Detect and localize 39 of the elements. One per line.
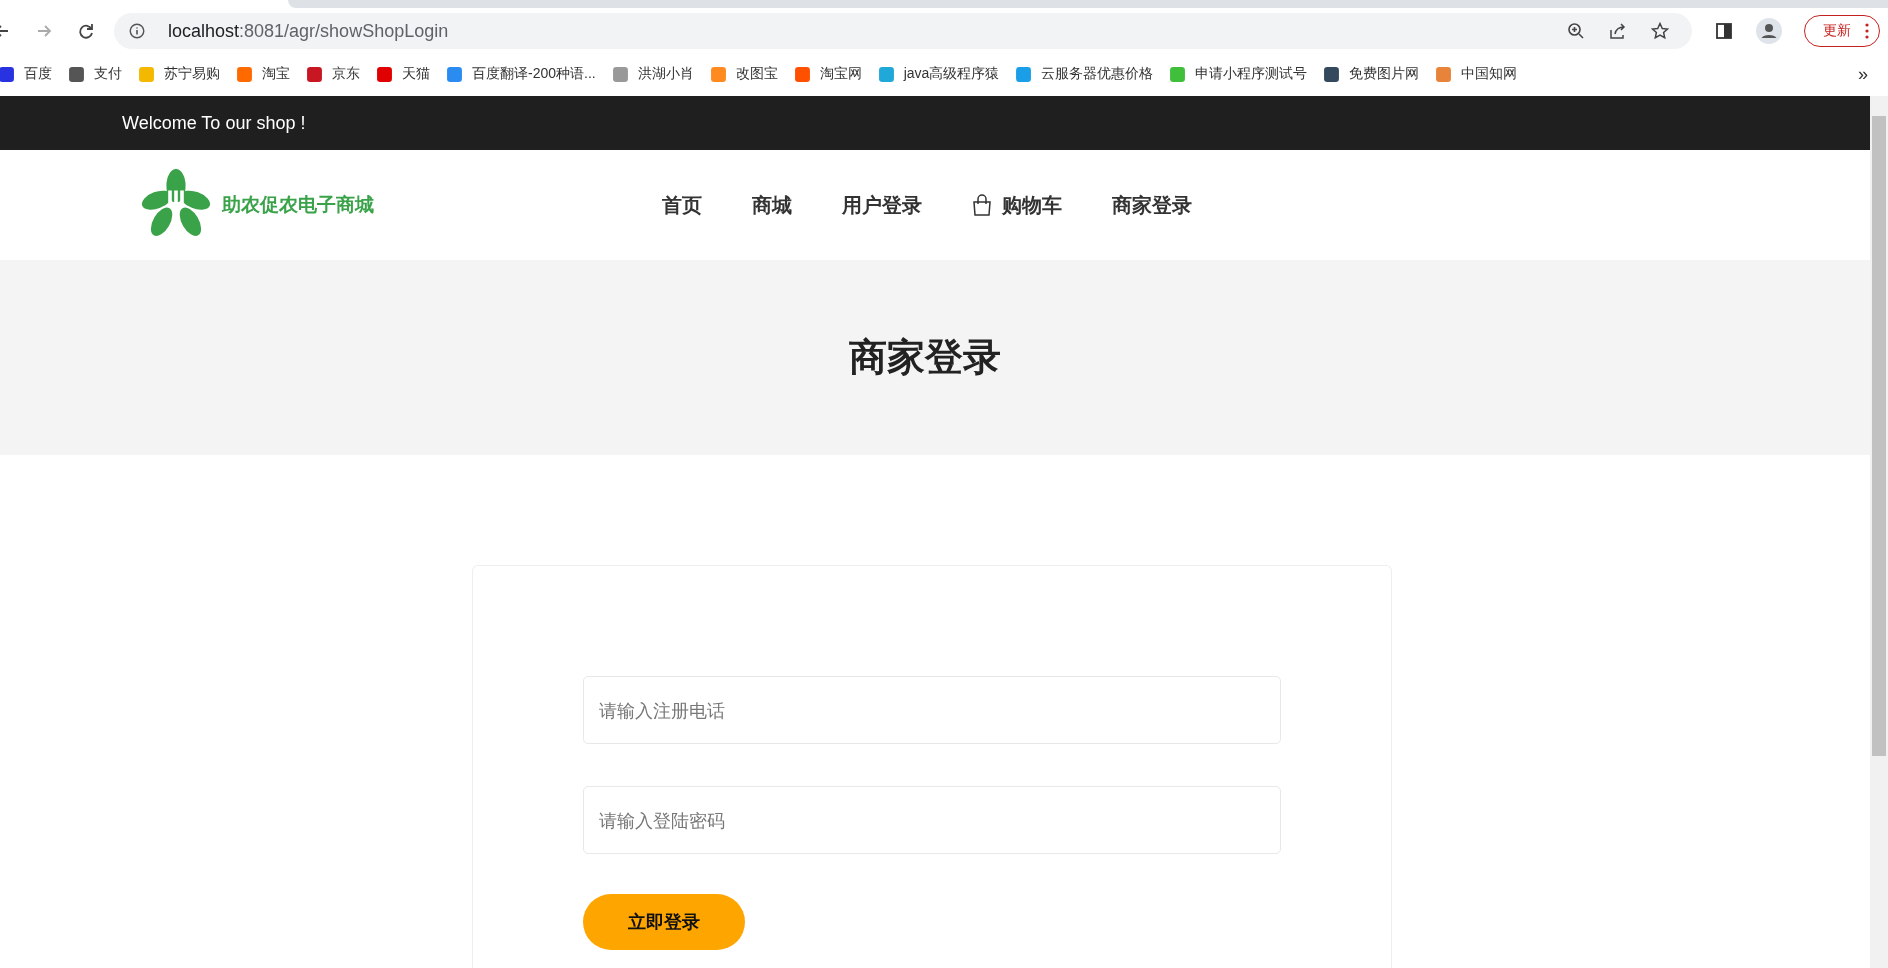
nav-link[interactable]: 首页	[662, 191, 702, 219]
nav-link[interactable]: 购物车	[972, 191, 1062, 219]
logo-text: 助农促农电子商城	[222, 192, 374, 217]
menu-icon	[1865, 23, 1869, 39]
welcome-text: Welcome To our shop !	[122, 112, 306, 134]
side-panel-icon[interactable]	[1714, 21, 1734, 41]
bookmark[interactable]: 百度翻译-200种语...	[440, 65, 606, 83]
zoom-icon[interactable]	[1566, 21, 1586, 41]
bookmark[interactable]: 改图宝	[703, 65, 788, 83]
nav-link[interactable]: 商城	[752, 191, 792, 219]
bookmark[interactable]: 京东	[300, 65, 370, 83]
bookmark[interactable]: 淘宝	[230, 65, 300, 83]
bookmark[interactable]: 百度	[0, 65, 62, 83]
bookmark[interactable]: 洪湖小肖	[605, 65, 704, 83]
bookmark[interactable]: 免费图片网	[1317, 65, 1430, 83]
info-icon[interactable]	[128, 22, 146, 40]
bookmark[interactable]: 淘宝网	[787, 65, 872, 83]
scrollbar[interactable]	[1870, 96, 1888, 968]
page-title: 商家登录	[849, 334, 1001, 381]
profile-icon[interactable]	[1756, 18, 1782, 44]
login-button[interactable]: 立即登录	[583, 894, 745, 950]
bookmark[interactable]: 苏宁易购	[132, 65, 230, 83]
bookmark[interactable]: 中国知网	[1429, 65, 1528, 83]
bookmark[interactable]: java高级程序猿	[871, 65, 1010, 83]
input-field[interactable]: 请输入登陆密码	[583, 786, 1281, 854]
share-icon[interactable]	[1608, 21, 1628, 41]
address-bar[interactable]: localhost:8081/agr/showShopLogin	[114, 13, 1692, 49]
shopping-bag-icon	[972, 194, 992, 216]
input-field[interactable]: 请输入注册电话	[583, 676, 1281, 744]
bookmark[interactable]: 支付	[62, 65, 132, 83]
bookmark[interactable]: 云服务器优惠价格	[1009, 65, 1164, 83]
reload-icon[interactable]	[76, 21, 96, 41]
nav-link[interactable]: 商家登录	[1112, 191, 1192, 219]
more-bookmarks[interactable]: »	[1858, 63, 1888, 85]
bookmark[interactable]: 天猫	[370, 65, 440, 83]
bookmark[interactable]: 申请小程序测试号	[1163, 65, 1318, 83]
update-button[interactable]: 更新	[1804, 15, 1880, 47]
nav-link[interactable]: 用户登录	[842, 191, 922, 219]
star-icon[interactable]	[1650, 21, 1670, 41]
